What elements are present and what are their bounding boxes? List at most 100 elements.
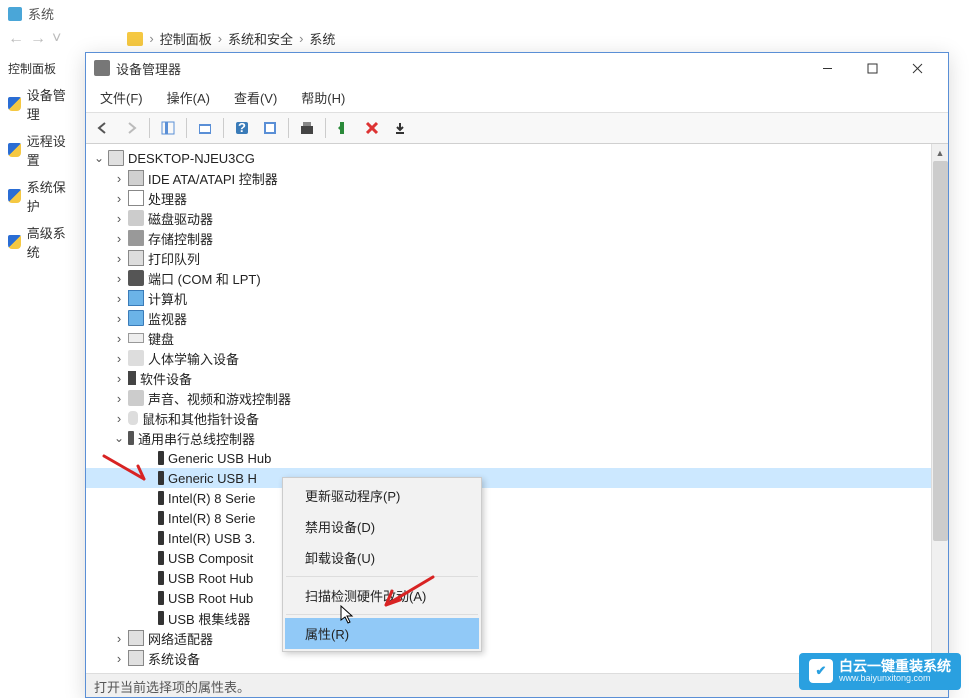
- tree-label: 监视器: [148, 309, 187, 328]
- menu-help[interactable]: 帮助(H): [291, 85, 355, 110]
- toolbar-enable-icon[interactable]: [331, 115, 357, 141]
- toolbar-scan-icon[interactable]: [257, 115, 283, 141]
- expander-icon[interactable]: [112, 311, 126, 325]
- tree-device-usb[interactable]: Generic USB Hub: [86, 448, 948, 468]
- tree-root[interactable]: DESKTOP-NJEU3CG: [86, 148, 948, 168]
- tree-device-usb[interactable]: Generic USB H: [86, 468, 948, 488]
- folder-icon: [127, 32, 143, 46]
- tree-label: IDE ATA/ATAPI 控制器: [148, 169, 278, 188]
- expander-icon[interactable]: [112, 231, 126, 245]
- watermark-main: 白云一键重装系统: [839, 659, 951, 674]
- tree-category[interactable]: 存储控制器: [86, 228, 948, 248]
- tree-category[interactable]: IDE ATA/ATAPI 控制器: [86, 168, 948, 188]
- device-icon: [158, 611, 164, 625]
- breadcrumb-item[interactable]: 控制面板: [160, 29, 212, 48]
- system-sidebar: 控制面板 设备管理 远程设置 系统保护 高级系统: [0, 56, 82, 265]
- scroll-up-icon[interactable]: ▲: [932, 144, 948, 161]
- tree-category[interactable]: 键盘: [86, 328, 948, 348]
- cm-separator: [286, 614, 478, 615]
- expander-icon[interactable]: [112, 291, 126, 305]
- scroll-thumb[interactable]: [933, 161, 948, 541]
- breadcrumb-item[interactable]: 系统: [309, 29, 335, 48]
- toolbar-uninstall-icon[interactable]: [359, 115, 385, 141]
- expander-icon[interactable]: [112, 651, 126, 665]
- expander-icon[interactable]: [112, 391, 126, 405]
- toolbar-update-driver-icon[interactable]: [294, 115, 320, 141]
- toolbar-properties-icon[interactable]: [192, 115, 218, 141]
- nav-forward-button[interactable]: [118, 115, 144, 141]
- toolbar-show-hide-icon[interactable]: [155, 115, 181, 141]
- tree-category[interactable]: 人体学输入设备: [86, 348, 948, 368]
- device-icon: [128, 270, 144, 286]
- toolbar-disable-icon[interactable]: [387, 115, 413, 141]
- tree-category[interactable]: 处理器: [86, 188, 948, 208]
- tree-category[interactable]: 监视器: [86, 308, 948, 328]
- tree-device-usb[interactable]: USB Root Hub: [86, 568, 948, 588]
- cm-uninstall[interactable]: 卸载设备(U): [285, 542, 479, 573]
- sidebar-item-remote[interactable]: 远程设置: [0, 127, 82, 173]
- breadcrumb-item[interactable]: 系统和安全: [228, 29, 293, 48]
- tree-category[interactable]: 声音、视频和游戏控制器: [86, 388, 948, 408]
- expander-icon[interactable]: [112, 371, 126, 385]
- annotation-arrow: [102, 454, 152, 489]
- annotation-arrow: [378, 575, 438, 610]
- menu-file[interactable]: 文件(F): [90, 85, 153, 110]
- tree-category[interactable]: 软件设备: [86, 368, 948, 388]
- expander-icon[interactable]: [112, 251, 126, 265]
- expander-icon[interactable]: [112, 631, 126, 645]
- sidebar-item-advanced[interactable]: 高级系统: [0, 219, 82, 265]
- tree-category[interactable]: 网络适配器: [86, 628, 948, 648]
- system-title: 系统: [28, 4, 54, 23]
- tree-category[interactable]: 计算机: [86, 288, 948, 308]
- expander-icon[interactable]: [112, 211, 126, 225]
- expander-icon[interactable]: [112, 431, 126, 445]
- expander-icon[interactable]: [112, 271, 126, 285]
- nav-back-icon[interactable]: ←: [8, 30, 24, 48]
- nav-up-icon[interactable]: ˅: [52, 30, 61, 48]
- tree-category[interactable]: 端口 (COM 和 LPT): [86, 268, 948, 288]
- expander-icon[interactable]: [112, 351, 126, 365]
- tree-device-usb[interactable]: Intel(R) USB 3.: [86, 528, 948, 548]
- tree-device-usb[interactable]: USB 根集线器: [86, 608, 948, 628]
- maximize-button[interactable]: [850, 54, 895, 82]
- tree-device-usb[interactable]: Intel(R) 8 Serie: [86, 488, 948, 508]
- shield-icon: [8, 235, 21, 249]
- tree-label: 网络适配器: [148, 629, 213, 648]
- expander-icon[interactable]: [112, 411, 126, 425]
- menu-view[interactable]: 查看(V): [224, 85, 287, 110]
- breadcrumb[interactable]: › 控制面板 › 系统和安全 › 系统: [127, 29, 335, 48]
- tree-category[interactable]: 磁盘驱动器: [86, 208, 948, 228]
- tree-category[interactable]: 打印队列: [86, 248, 948, 268]
- device-icon: [128, 333, 144, 343]
- expander-icon[interactable]: [112, 331, 126, 345]
- close-button[interactable]: [895, 54, 940, 82]
- expander-icon[interactable]: [112, 171, 126, 185]
- cm-properties[interactable]: 属性(R): [285, 618, 479, 649]
- menu-action[interactable]: 操作(A): [157, 85, 220, 110]
- expander-icon[interactable]: [112, 191, 126, 205]
- minimize-button[interactable]: [805, 54, 850, 82]
- toolbar-help-icon[interactable]: ?: [229, 115, 255, 141]
- tree-label: Generic USB Hub: [168, 451, 271, 466]
- tree-category[interactable]: 鼠标和其他指针设备: [86, 408, 948, 428]
- tree-device-usb[interactable]: USB Root Hub: [86, 588, 948, 608]
- nav-back-button[interactable]: [90, 115, 116, 141]
- tree-device-usb[interactable]: Intel(R) 8 Serie: [86, 508, 948, 528]
- sidebar-item-protection[interactable]: 系统保护: [0, 173, 82, 219]
- scrollbar[interactable]: ▲ ▼: [931, 144, 948, 667]
- tree-category-usb[interactable]: 通用串行总线控制器: [86, 428, 948, 448]
- tree-label: 声音、视频和游戏控制器: [148, 389, 291, 408]
- cm-disable[interactable]: 禁用设备(D): [285, 511, 479, 542]
- dm-app-icon: [94, 60, 110, 76]
- tree-device-usb[interactable]: USB Composit: [86, 548, 948, 568]
- nav-forward-icon[interactable]: →: [30, 30, 46, 48]
- device-icon: [128, 650, 144, 666]
- sidebar-item-device-manager[interactable]: 设备管理: [0, 81, 82, 127]
- device-tree[interactable]: DESKTOP-NJEU3CG IDE ATA/ATAPI 控制器处理器磁盘驱动器…: [86, 144, 948, 667]
- tree-label: DESKTOP-NJEU3CG: [128, 151, 255, 166]
- svg-text:?: ?: [238, 120, 246, 135]
- cm-update-driver[interactable]: 更新驱动程序(P): [285, 480, 479, 511]
- expander-icon[interactable]: [92, 151, 106, 165]
- tree-label: 处理器: [148, 189, 187, 208]
- device-icon: [108, 150, 124, 166]
